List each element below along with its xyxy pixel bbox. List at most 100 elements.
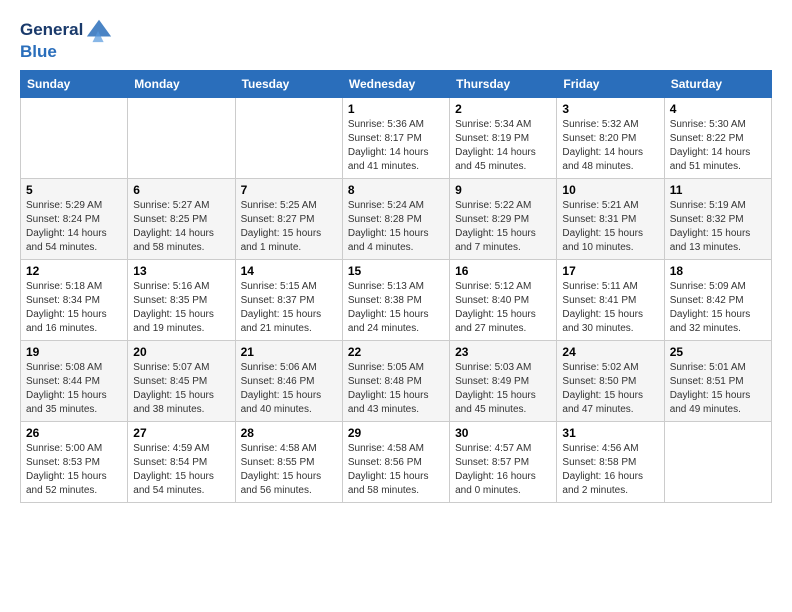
day-number: 12 xyxy=(26,264,122,278)
day-info: Sunrise: 5:09 AM Sunset: 8:42 PM Dayligh… xyxy=(670,280,766,336)
logo-text: General xyxy=(20,20,83,40)
day-number: 23 xyxy=(455,345,551,359)
day-number: 13 xyxy=(133,264,229,278)
day-number: 8 xyxy=(348,183,444,197)
day-info: Sunrise: 5:29 AM Sunset: 8:24 PM Dayligh… xyxy=(26,199,122,255)
calendar-cell: 14Sunrise: 5:15 AM Sunset: 8:37 PM Dayli… xyxy=(235,260,342,341)
day-info: Sunrise: 4:58 AM Sunset: 8:56 PM Dayligh… xyxy=(348,442,444,498)
calendar-header: SundayMondayTuesdayWednesdayThursdayFrid… xyxy=(21,71,772,98)
day-number: 16 xyxy=(455,264,551,278)
calendar-cell: 13 Sunrise: 5:16 AM Sunset: 8:35 PM Dayli… xyxy=(128,260,235,341)
day-info: Sunrise: 5:21 AM Sunset: 8:31 PM Dayligh… xyxy=(562,199,658,255)
day-number: 24 xyxy=(562,345,658,359)
week-row-5: 26 Sunrise: 5:00 AM Sunset: 8:53 PM Dayli… xyxy=(21,422,772,503)
day-info: Sunrise: 5:19 AM Sunset: 8:32 PM Dayligh… xyxy=(670,199,766,255)
day-header-wednesday: Wednesday xyxy=(342,71,449,98)
day-info: Sunrise: 5:01 AM Sunset: 8:51 PM Dayligh… xyxy=(670,361,766,417)
day-header-friday: Friday xyxy=(557,71,664,98)
calendar-cell: 10 Sunrise: 5:21 AM Sunset: 8:31 PM Dayli… xyxy=(557,179,664,260)
calendar-cell: 25 Sunrise: 5:01 AM Sunset: 8:51 PM Dayli… xyxy=(664,341,771,422)
day-number: 19 xyxy=(26,345,122,359)
day-info: Sunrise: 5:27 AM Sunset: 8:25 PM Dayligh… xyxy=(133,199,229,255)
day-number: 4 xyxy=(670,102,766,116)
calendar-cell: 11 Sunrise: 5:19 AM Sunset: 8:32 PM Dayli… xyxy=(664,179,771,260)
day-number: 11 xyxy=(670,183,766,197)
day-number: 15 xyxy=(348,264,444,278)
day-info: Sunrise: 5:05 AM Sunset: 8:48 PM Dayligh… xyxy=(348,361,444,417)
page-header: General Blue xyxy=(20,16,772,62)
logo-blue: Blue xyxy=(20,42,113,62)
day-info: Sunrise: 4:58 AM Sunset: 8:55 PM Dayligh… xyxy=(241,442,337,498)
calendar-cell: 5 Sunrise: 5:29 AM Sunset: 8:24 PM Daylig… xyxy=(21,179,128,260)
day-info: Sunrise: 5:36 AM Sunset: 8:17 PM Dayligh… xyxy=(348,118,444,174)
calendar-cell: 8 Sunrise: 5:24 AM Sunset: 8:28 PM Daylig… xyxy=(342,179,449,260)
day-info: Sunrise: 5:07 AM Sunset: 8:45 PM Dayligh… xyxy=(133,361,229,417)
day-info: Sunrise: 5:06 AM Sunset: 8:46 PM Dayligh… xyxy=(241,361,337,417)
day-number: 2 xyxy=(455,102,551,116)
day-info: Sunrise: 5:16 AM Sunset: 8:35 PM Dayligh… xyxy=(133,280,229,336)
calendar-cell: 9Sunrise: 5:22 AM Sunset: 8:29 PM Daylig… xyxy=(450,179,557,260)
day-info: Sunrise: 5:34 AM Sunset: 8:19 PM Dayligh… xyxy=(455,118,551,174)
day-number: 25 xyxy=(670,345,766,359)
logo: General Blue xyxy=(20,16,113,62)
day-info: Sunrise: 5:11 AM Sunset: 8:41 PM Dayligh… xyxy=(562,280,658,336)
day-number: 3 xyxy=(562,102,658,116)
day-info: Sunrise: 5:32 AM Sunset: 8:20 PM Dayligh… xyxy=(562,118,658,174)
day-info: Sunrise: 5:22 AM Sunset: 8:29 PM Dayligh… xyxy=(455,199,551,255)
day-header-saturday: Saturday xyxy=(664,71,771,98)
day-info: Sunrise: 5:12 AM Sunset: 8:40 PM Dayligh… xyxy=(455,280,551,336)
day-info: Sunrise: 5:00 AM Sunset: 8:53 PM Dayligh… xyxy=(26,442,122,498)
day-number: 26 xyxy=(26,426,122,440)
calendar-cell: 6 Sunrise: 5:27 AM Sunset: 8:25 PM Daylig… xyxy=(128,179,235,260)
day-number: 18 xyxy=(670,264,766,278)
day-number: 31 xyxy=(562,426,658,440)
calendar-cell: 23Sunrise: 5:03 AM Sunset: 8:49 PM Dayli… xyxy=(450,341,557,422)
day-header-row: SundayMondayTuesdayWednesdayThursdayFrid… xyxy=(21,71,772,98)
day-info: Sunrise: 5:24 AM Sunset: 8:28 PM Dayligh… xyxy=(348,199,444,255)
day-number: 29 xyxy=(348,426,444,440)
day-number: 20 xyxy=(133,345,229,359)
calendar-cell: 19 Sunrise: 5:08 AM Sunset: 8:44 PM Dayli… xyxy=(21,341,128,422)
calendar-cell: 1 Sunrise: 5:36 AM Sunset: 8:17 PM Daylig… xyxy=(342,98,449,179)
day-info: Sunrise: 5:30 AM Sunset: 8:22 PM Dayligh… xyxy=(670,118,766,174)
day-number: 5 xyxy=(26,183,122,197)
calendar-cell xyxy=(21,98,128,179)
week-row-4: 19 Sunrise: 5:08 AM Sunset: 8:44 PM Dayli… xyxy=(21,341,772,422)
calendar-cell: 26 Sunrise: 5:00 AM Sunset: 8:53 PM Dayli… xyxy=(21,422,128,503)
calendar-cell: 18 Sunrise: 5:09 AM Sunset: 8:42 PM Dayli… xyxy=(664,260,771,341)
day-info: Sunrise: 5:25 AM Sunset: 8:27 PM Dayligh… xyxy=(241,199,337,255)
calendar-cell: 3 Sunrise: 5:32 AM Sunset: 8:20 PM Daylig… xyxy=(557,98,664,179)
day-number: 22 xyxy=(348,345,444,359)
day-number: 17 xyxy=(562,264,658,278)
day-number: 6 xyxy=(133,183,229,197)
day-info: Sunrise: 5:08 AM Sunset: 8:44 PM Dayligh… xyxy=(26,361,122,417)
calendar-cell: 29 Sunrise: 4:58 AM Sunset: 8:56 PM Dayli… xyxy=(342,422,449,503)
calendar-table: SundayMondayTuesdayWednesdayThursdayFrid… xyxy=(20,70,772,503)
day-number: 1 xyxy=(348,102,444,116)
day-number: 30 xyxy=(455,426,551,440)
calendar-cell: 20 Sunrise: 5:07 AM Sunset: 8:45 PM Dayli… xyxy=(128,341,235,422)
calendar-cell xyxy=(128,98,235,179)
week-row-1: 1 Sunrise: 5:36 AM Sunset: 8:17 PM Daylig… xyxy=(21,98,772,179)
day-info: Sunrise: 5:13 AM Sunset: 8:38 PM Dayligh… xyxy=(348,280,444,336)
calendar-cell: 7Sunrise: 5:25 AM Sunset: 8:27 PM Daylig… xyxy=(235,179,342,260)
day-header-monday: Monday xyxy=(128,71,235,98)
day-number: 10 xyxy=(562,183,658,197)
day-header-thursday: Thursday xyxy=(450,71,557,98)
day-number: 21 xyxy=(241,345,337,359)
day-info: Sunrise: 5:02 AM Sunset: 8:50 PM Dayligh… xyxy=(562,361,658,417)
calendar-cell: 21 Sunrise: 5:06 AM Sunset: 8:46 PM Dayli… xyxy=(235,341,342,422)
calendar-cell: 28Sunrise: 4:58 AM Sunset: 8:55 PM Dayli… xyxy=(235,422,342,503)
day-number: 27 xyxy=(133,426,229,440)
day-number: 14 xyxy=(241,264,337,278)
calendar-cell xyxy=(664,422,771,503)
calendar-cell: 30Sunrise: 4:57 AM Sunset: 8:57 PM Dayli… xyxy=(450,422,557,503)
day-info: Sunrise: 4:59 AM Sunset: 8:54 PM Dayligh… xyxy=(133,442,229,498)
calendar-cell: 24 Sunrise: 5:02 AM Sunset: 8:50 PM Dayli… xyxy=(557,341,664,422)
week-row-2: 5 Sunrise: 5:29 AM Sunset: 8:24 PM Daylig… xyxy=(21,179,772,260)
week-row-3: 12 Sunrise: 5:18 AM Sunset: 8:34 PM Dayli… xyxy=(21,260,772,341)
calendar-cell: 15 Sunrise: 5:13 AM Sunset: 8:38 PM Dayli… xyxy=(342,260,449,341)
calendar-cell xyxy=(235,98,342,179)
calendar-cell: 27 Sunrise: 4:59 AM Sunset: 8:54 PM Dayli… xyxy=(128,422,235,503)
day-info: Sunrise: 5:18 AM Sunset: 8:34 PM Dayligh… xyxy=(26,280,122,336)
